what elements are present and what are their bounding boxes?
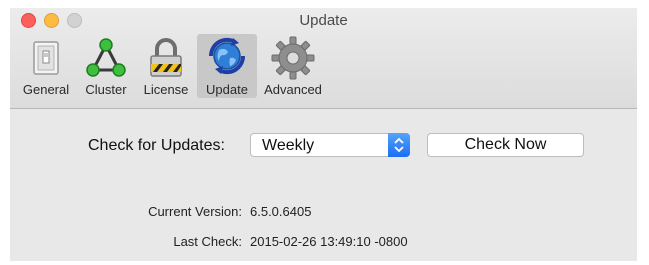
check-for-updates-label: Check for Updates: (88, 137, 225, 154)
update-frequency-select[interactable]: Weekly (250, 133, 410, 157)
tab-advanced[interactable]: Advanced (257, 34, 329, 98)
window-title: Update (299, 12, 348, 29)
preferences-tabs: General Cluster License Update Advanced (15, 34, 329, 98)
tab-general[interactable]: General (15, 34, 77, 98)
last-check-value: 2015-02-26 13:49:10 -0800 (250, 234, 408, 249)
tab-cluster[interactable]: Cluster (77, 34, 135, 98)
chevron-up-down-icon (394, 137, 404, 153)
popup-stepper[interactable] (388, 133, 410, 157)
tab-label: License (143, 82, 189, 97)
toolbar: Update General Cluster License Update Ad… (10, 8, 637, 109)
check-for-updates-row: Check for Updates: Weekly Check Now (10, 133, 637, 159)
tab-label: Cluster (85, 82, 127, 97)
padlock-icon (150, 38, 182, 77)
update-frequency-value: Weekly (262, 137, 315, 154)
tab-label: Update (206, 82, 248, 97)
preferences-window: Update General Cluster License Update Ad… (10, 8, 637, 261)
last-check-label: Last Check: (173, 234, 242, 249)
current-version-value: 6.5.0.6405 (250, 204, 312, 219)
tab-update[interactable]: Update (197, 34, 257, 98)
tab-label: Advanced (264, 82, 322, 97)
network-nodes-icon (86, 38, 126, 77)
tab-license[interactable]: License (135, 34, 197, 98)
globe-refresh-icon (208, 37, 246, 75)
switch-icon (33, 41, 59, 75)
tab-label: General (22, 82, 70, 97)
check-now-button[interactable]: Check Now (427, 133, 584, 157)
update-pane: Check for Updates: Weekly Check Now Curr… (10, 109, 637, 261)
current-version-label: Current Version: (148, 204, 242, 219)
gear-icon (271, 36, 315, 80)
